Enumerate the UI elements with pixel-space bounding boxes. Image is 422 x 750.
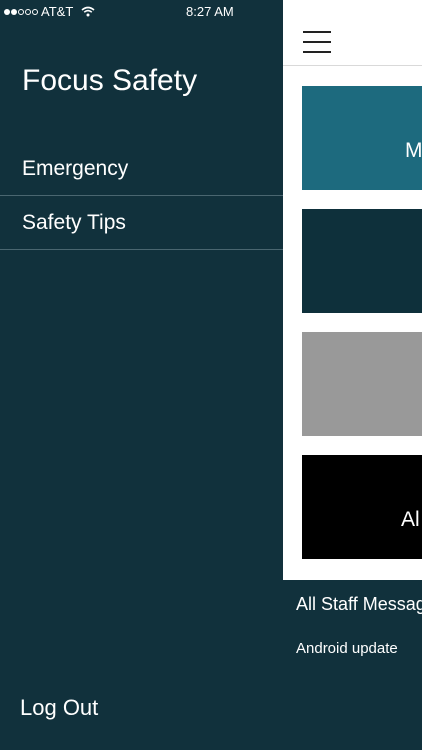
message-title: All Staff Messag	[296, 594, 422, 614]
carrier-label: AT&T	[41, 4, 74, 19]
wifi-icon	[81, 6, 95, 17]
tile-2[interactable]	[302, 209, 422, 313]
tile-1[interactable]: M	[302, 86, 422, 190]
status-left: AT&T	[4, 4, 95, 19]
drawer-menu: Emergency Safety Tips	[0, 142, 283, 250]
menu-item-label: Safety Tips	[22, 210, 126, 234]
menu-item-label: Emergency	[22, 156, 129, 180]
status-time: 8:27 AM	[186, 4, 234, 19]
messages-section[interactable]: All Staff Messag Android update	[283, 580, 422, 680]
hamburger-menu-icon[interactable]	[303, 31, 331, 53]
menu-item-emergency[interactable]: Emergency	[0, 142, 283, 196]
message-subtitle: Android update	[296, 640, 398, 657]
tile-4[interactable]: Al	[302, 455, 422, 559]
tile-3[interactable]	[302, 332, 422, 436]
logout-button[interactable]: Log Out	[20, 695, 98, 721]
app-title: Focus Safety	[22, 64, 198, 97]
menu-item-safety-tips[interactable]: Safety Tips	[0, 196, 283, 250]
tile-label: Al	[401, 508, 420, 531]
main-header	[283, 22, 422, 66]
tile-label: M	[405, 139, 422, 162]
signal-icon	[4, 8, 38, 15]
main-panel: M Al	[283, 0, 422, 580]
